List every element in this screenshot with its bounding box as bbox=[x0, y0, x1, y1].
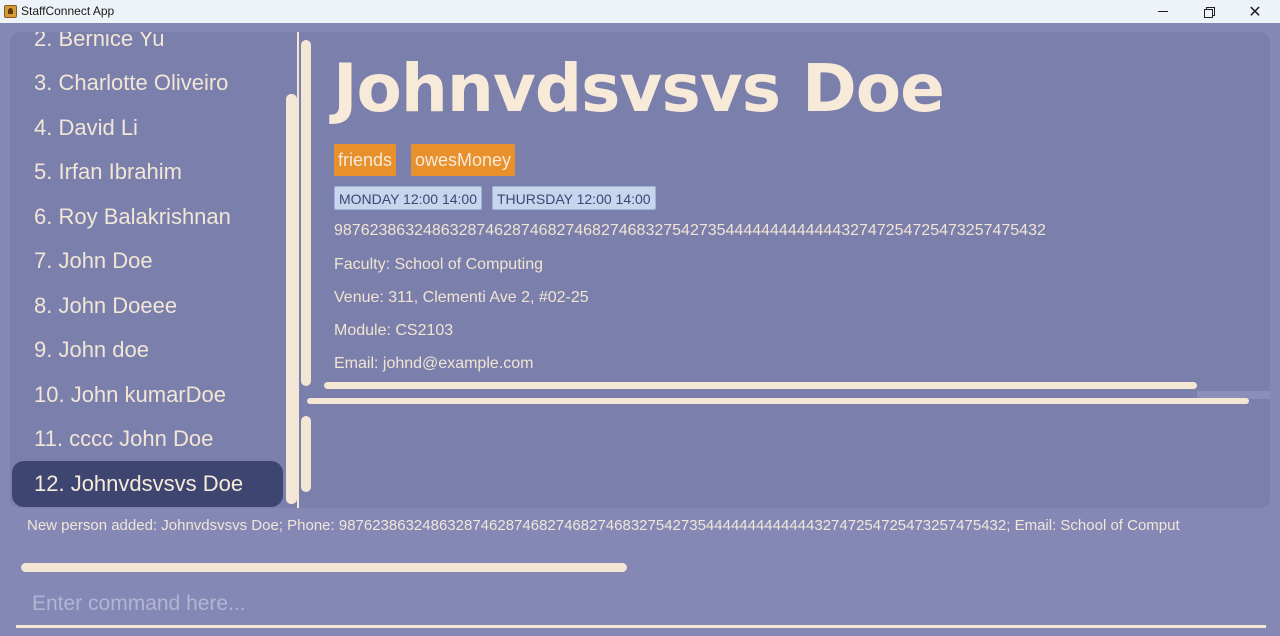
module-field: Module: CS2103 bbox=[334, 322, 454, 339]
list-item[interactable]: 4. David Li bbox=[34, 115, 138, 141]
list-item[interactable]: 8. John Doeee bbox=[34, 293, 177, 319]
detail-scrollbar[interactable] bbox=[301, 40, 311, 386]
list-item[interactable]: 6. Roy Balakrishnan bbox=[34, 204, 231, 230]
app-icon bbox=[4, 5, 17, 18]
minimize-icon bbox=[1158, 11, 1168, 12]
list-item[interactable]: 7. John Doe bbox=[34, 248, 153, 274]
tag-friends: friends bbox=[334, 144, 397, 176]
email-field: Email: johnd@example.com bbox=[334, 355, 534, 372]
person-list: 2. Bernice Yu 3. Charlotte Oliveiro 4. Dav… bbox=[10, 32, 298, 508]
list-item[interactable]: 3. Charlotte Oliveiro bbox=[34, 70, 228, 96]
main-panel: 2. Bernice Yu 3. Charlotte Oliveiro 4. Dav… bbox=[10, 32, 1270, 508]
list-item[interactable]: 11. cccc John Doe bbox=[34, 426, 213, 452]
close-icon: ✕ bbox=[1248, 2, 1262, 21]
faculty-field: Faculty: School of Computing bbox=[334, 256, 543, 273]
person-name: Johnvdsvsvs Doe bbox=[333, 50, 945, 127]
person-list-scrollbar[interactable] bbox=[286, 94, 297, 504]
detail-horizontal-scrollbar[interactable] bbox=[324, 382, 1197, 389]
phone-field: 9876238632486328746287468274682746832754… bbox=[334, 222, 1046, 239]
list-item[interactable]: 10. John kumarDoe bbox=[34, 382, 226, 408]
detail-separator[interactable] bbox=[307, 398, 1249, 404]
list-item[interactable]: 5. Irfan Ibrahim bbox=[34, 159, 182, 185]
list-item[interactable]: 2. Bernice Yu bbox=[34, 32, 164, 52]
lower-scrollbar[interactable] bbox=[301, 416, 311, 492]
restore-icon bbox=[1204, 6, 1215, 18]
venue-field: Venue: 311, Clementi Ave 2, #02-25 bbox=[334, 289, 589, 306]
result-display: New person added: Johnvdsvsvs Doe; Phone… bbox=[27, 517, 1180, 534]
pane-divider[interactable] bbox=[297, 32, 299, 508]
minimize-button[interactable] bbox=[1140, 0, 1186, 23]
result-scrollbar[interactable] bbox=[21, 563, 627, 572]
close-button[interactable]: ✕ bbox=[1232, 0, 1278, 23]
maximize-button[interactable] bbox=[1186, 0, 1232, 23]
command-underline bbox=[16, 625, 1266, 628]
list-item[interactable]: 9. John doe bbox=[34, 337, 149, 363]
list-item-selected[interactable]: 12. Johnvdsvsvs Doe bbox=[12, 461, 283, 507]
availability-thursday: THURSDAY 12:00 14:00 bbox=[492, 186, 656, 210]
command-input[interactable] bbox=[16, 584, 1266, 624]
window-title: StaffConnect App bbox=[21, 4, 115, 18]
tag-owes-money: owesMoney bbox=[411, 144, 516, 176]
title-bar: StaffConnect App ✕ bbox=[0, 0, 1280, 23]
availability-monday: MONDAY 12:00 14:00 bbox=[334, 186, 483, 210]
